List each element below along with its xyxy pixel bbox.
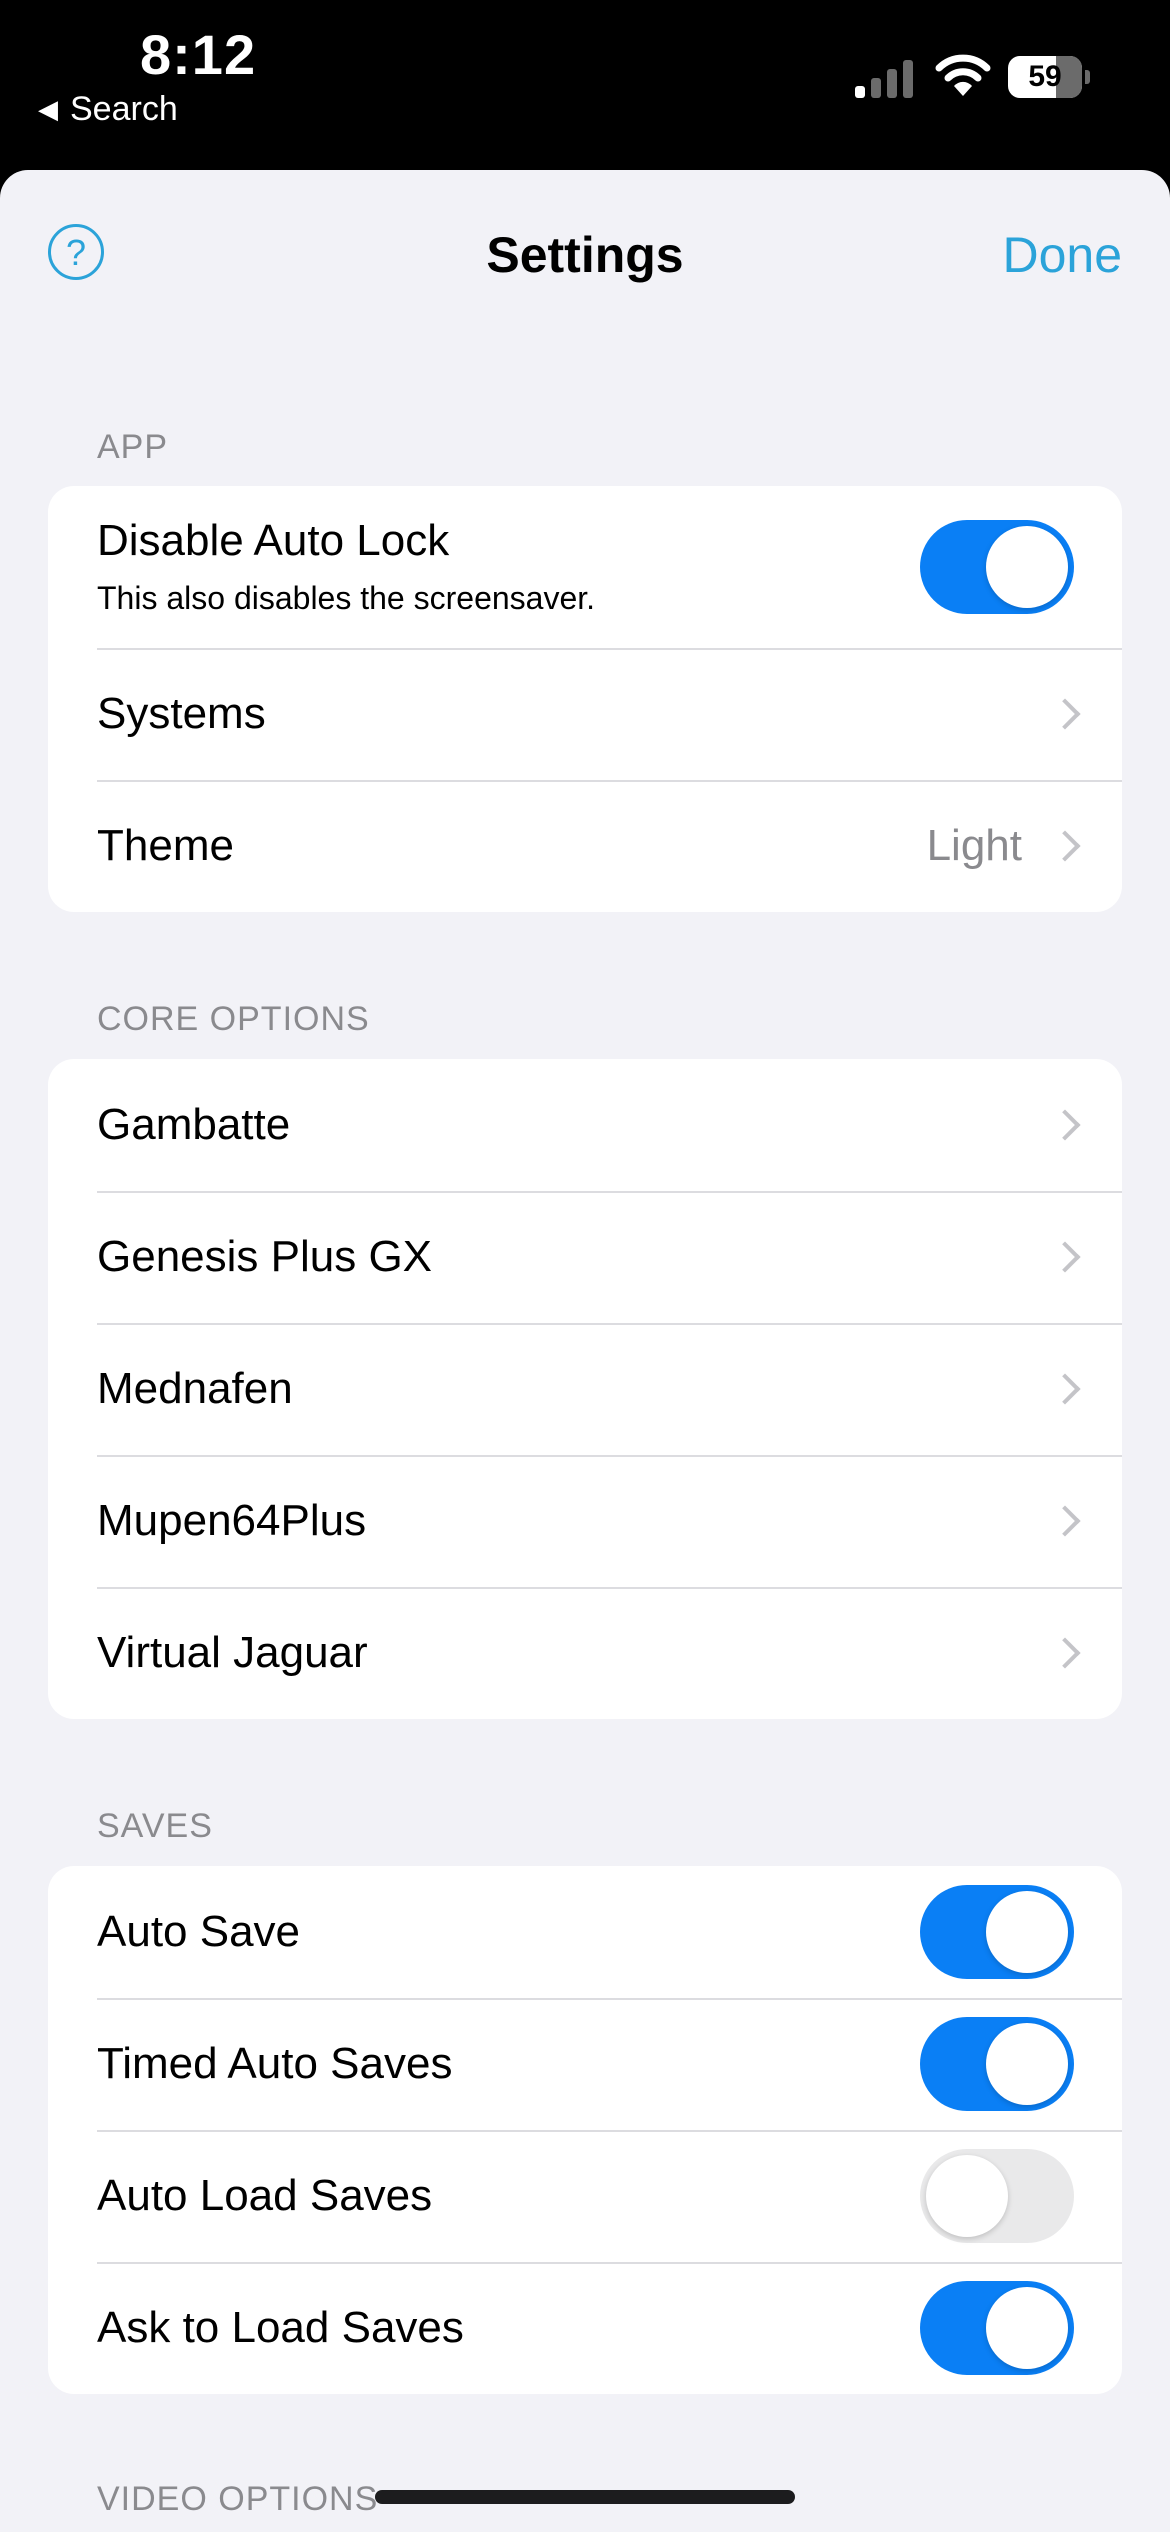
row-label: Mednafen xyxy=(97,1364,293,1413)
saves-group: Auto Save Timed Auto Saves Auto Load Sav… xyxy=(48,1866,1122,2394)
core-options-group: Gambatte Genesis Plus GX Mednafen Mupen6… xyxy=(48,1059,1122,1719)
row-label: Genesis Plus GX xyxy=(97,1232,433,1281)
row-label: Timed Auto Saves xyxy=(97,2039,453,2088)
core-item-gambatte[interactable]: Gambatte xyxy=(48,1059,1122,1191)
auto-load-saves-toggle[interactable] xyxy=(920,2149,1074,2243)
row-label: Disable Auto Lock xyxy=(97,516,450,565)
row-subtitle: This also disables the screensaver. xyxy=(97,580,596,616)
core-item-virtual-jaguar[interactable]: Virtual Jaguar xyxy=(48,1587,1122,1719)
row-label: Gambatte xyxy=(97,1100,291,1149)
row-label: Auto Save xyxy=(97,1907,301,1956)
back-to-search-button[interactable]: ◀ Search xyxy=(38,90,178,129)
page-title: Settings xyxy=(486,227,684,283)
section-header-app: APP xyxy=(97,428,169,466)
auto-save-toggle[interactable] xyxy=(920,1885,1074,1979)
chevron-right-icon xyxy=(1049,1505,1081,1537)
back-arrow-icon: ◀ xyxy=(38,94,58,124)
timed-auto-saves-toggle[interactable] xyxy=(920,2017,1074,2111)
settings-sheet: ? Settings Done APP Disable Auto Lock Th… xyxy=(0,170,1170,2532)
chevron-right-icon xyxy=(1049,698,1081,730)
battery-level: 59 xyxy=(1028,60,1062,93)
battery-icon: 59 xyxy=(1008,56,1090,98)
core-item-mupen64plus[interactable]: Mupen64Plus xyxy=(48,1455,1122,1587)
row-label: Auto Load Saves xyxy=(97,2171,433,2220)
timed-auto-saves-row: Timed Auto Saves xyxy=(48,1998,1122,2130)
auto-load-saves-row: Auto Load Saves xyxy=(48,2130,1122,2262)
auto-save-row: Auto Save xyxy=(48,1866,1122,1998)
home-indicator[interactable] xyxy=(375,2490,795,2504)
done-button[interactable]: Done xyxy=(1002,226,1122,284)
wifi-icon xyxy=(935,54,991,96)
disable-auto-lock-toggle[interactable] xyxy=(920,520,1074,614)
theme-row[interactable]: Theme Light xyxy=(48,780,1122,912)
section-header-saves: SAVES xyxy=(97,1807,213,1845)
ask-to-load-saves-toggle[interactable] xyxy=(920,2281,1074,2375)
row-label: Theme xyxy=(97,821,234,870)
status-bar: 8:12 ◀ Search 59 xyxy=(0,0,1170,170)
row-label: Ask to Load Saves xyxy=(97,2303,464,2352)
section-header-core-options: CORE OPTIONS xyxy=(97,1000,370,1038)
app-group: Disable Auto Lock This also disables the… xyxy=(48,486,1122,912)
core-item-genesis-plus-gx[interactable]: Genesis Plus GX xyxy=(48,1191,1122,1323)
core-item-mednafen[interactable]: Mednafen xyxy=(48,1323,1122,1455)
disable-auto-lock-row: Disable Auto Lock This also disables the… xyxy=(48,486,1122,648)
row-label: Mupen64Plus xyxy=(97,1496,367,1545)
chevron-right-icon xyxy=(1049,1241,1081,1273)
systems-row[interactable]: Systems xyxy=(48,648,1122,780)
ask-to-load-saves-row: Ask to Load Saves xyxy=(48,2262,1122,2394)
theme-value: Light xyxy=(926,821,1022,870)
cellular-signal-icon xyxy=(855,58,917,98)
chevron-right-icon xyxy=(1049,830,1081,862)
chevron-right-icon xyxy=(1049,1637,1081,1669)
row-label: Virtual Jaguar xyxy=(97,1628,368,1677)
chevron-right-icon xyxy=(1049,1373,1081,1405)
back-label: Search xyxy=(70,90,178,128)
chevron-right-icon xyxy=(1049,1109,1081,1141)
row-label: Systems xyxy=(97,689,266,738)
section-header-video-options: VIDEO OPTIONS xyxy=(97,2480,379,2518)
status-time: 8:12 xyxy=(140,23,257,86)
